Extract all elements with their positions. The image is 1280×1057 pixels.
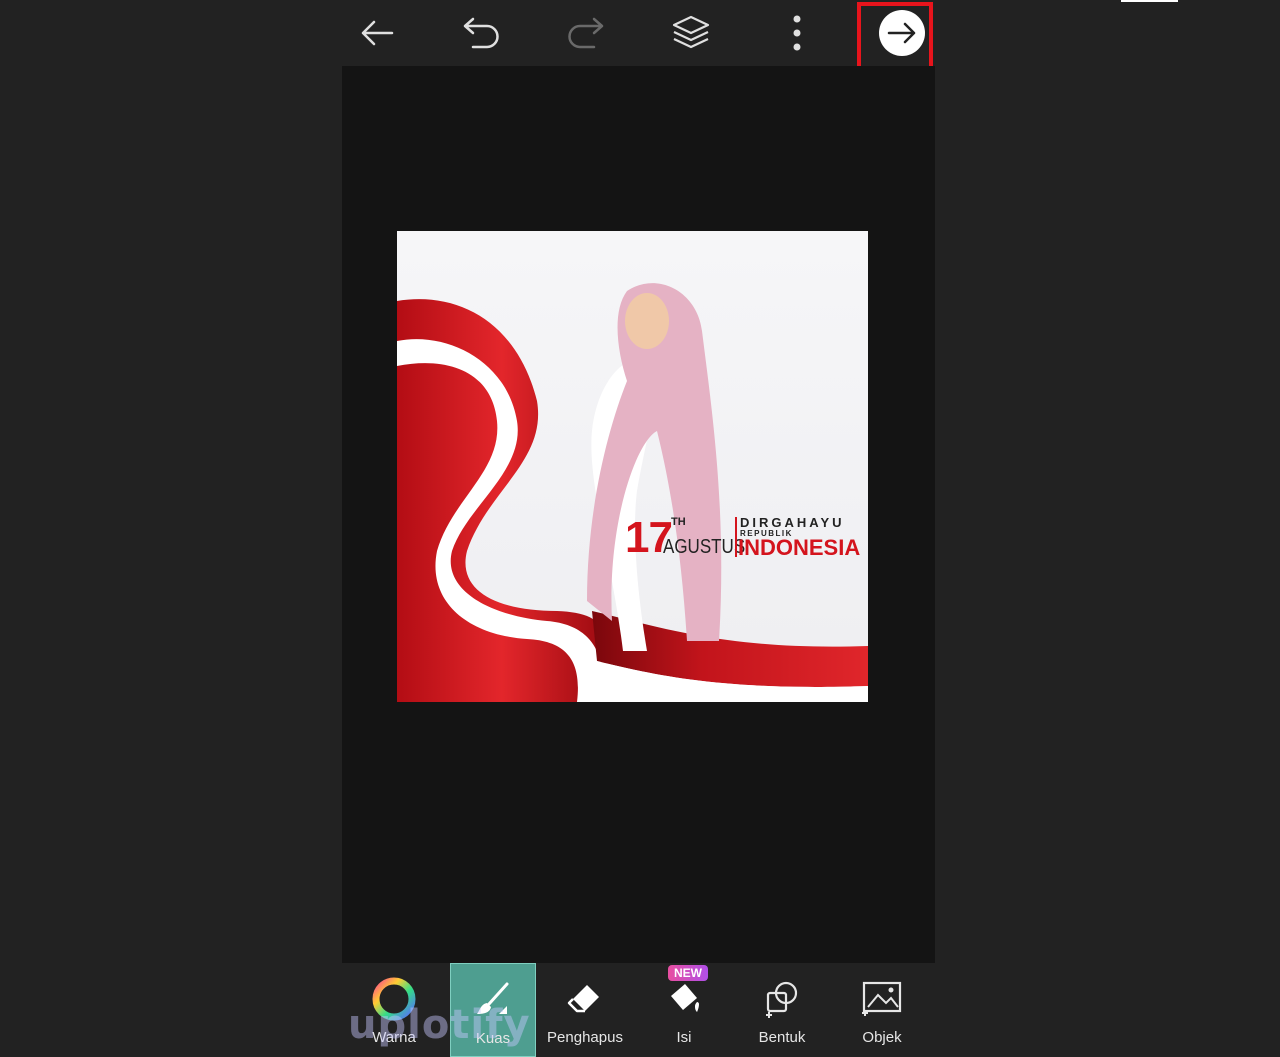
tool-penghapus[interactable]: Penghapus [542, 963, 628, 1057]
redo-button[interactable] [551, 0, 621, 66]
artwork-month: AGUSTUS [663, 535, 746, 558]
image-object-icon [862, 981, 902, 1016]
more-vertical-icon [793, 15, 801, 51]
fill-bucket-icon [671, 984, 699, 1012]
arrow-left-icon [361, 20, 394, 46]
new-badge: NEW [668, 965, 708, 981]
undo-button[interactable] [446, 0, 516, 66]
watermark: uplotify [348, 1002, 531, 1048]
layers-icon [672, 15, 710, 49]
more-button[interactable] [762, 0, 832, 66]
tool-label: Bentuk [758, 1029, 806, 1046]
editor-toolbar [342, 0, 935, 66]
tool-label: Objek [862, 1029, 902, 1046]
artwork-line3: INDONESIA [738, 535, 861, 560]
top-right-mark [1121, 0, 1178, 2]
back-button[interactable] [342, 0, 412, 66]
tool-objek[interactable]: Objek [839, 963, 925, 1057]
tool-label: Isi [676, 1029, 692, 1046]
artwork-th: TH [671, 516, 686, 528]
shape-icon [766, 981, 798, 1018]
artwork-line1: DIRGAHAYU [740, 515, 845, 530]
eraser-icon [567, 985, 599, 1013]
tool-label: Penghapus [547, 1029, 623, 1046]
undo-icon [463, 17, 499, 49]
tool-bentuk[interactable]: Bentuk [740, 963, 824, 1057]
layers-button[interactable] [656, 0, 726, 66]
artwork-image[interactable]: 17 TH AGUSTUS DIRGAHAYU REPUBLIK INDONES… [397, 231, 868, 702]
flag-ribbon-graphic [397, 283, 868, 702]
artwork-divider [735, 517, 737, 557]
tool-isi[interactable]: NEW Isi [642, 963, 726, 1057]
next-button-highlight [857, 2, 933, 70]
redo-icon [568, 17, 604, 49]
